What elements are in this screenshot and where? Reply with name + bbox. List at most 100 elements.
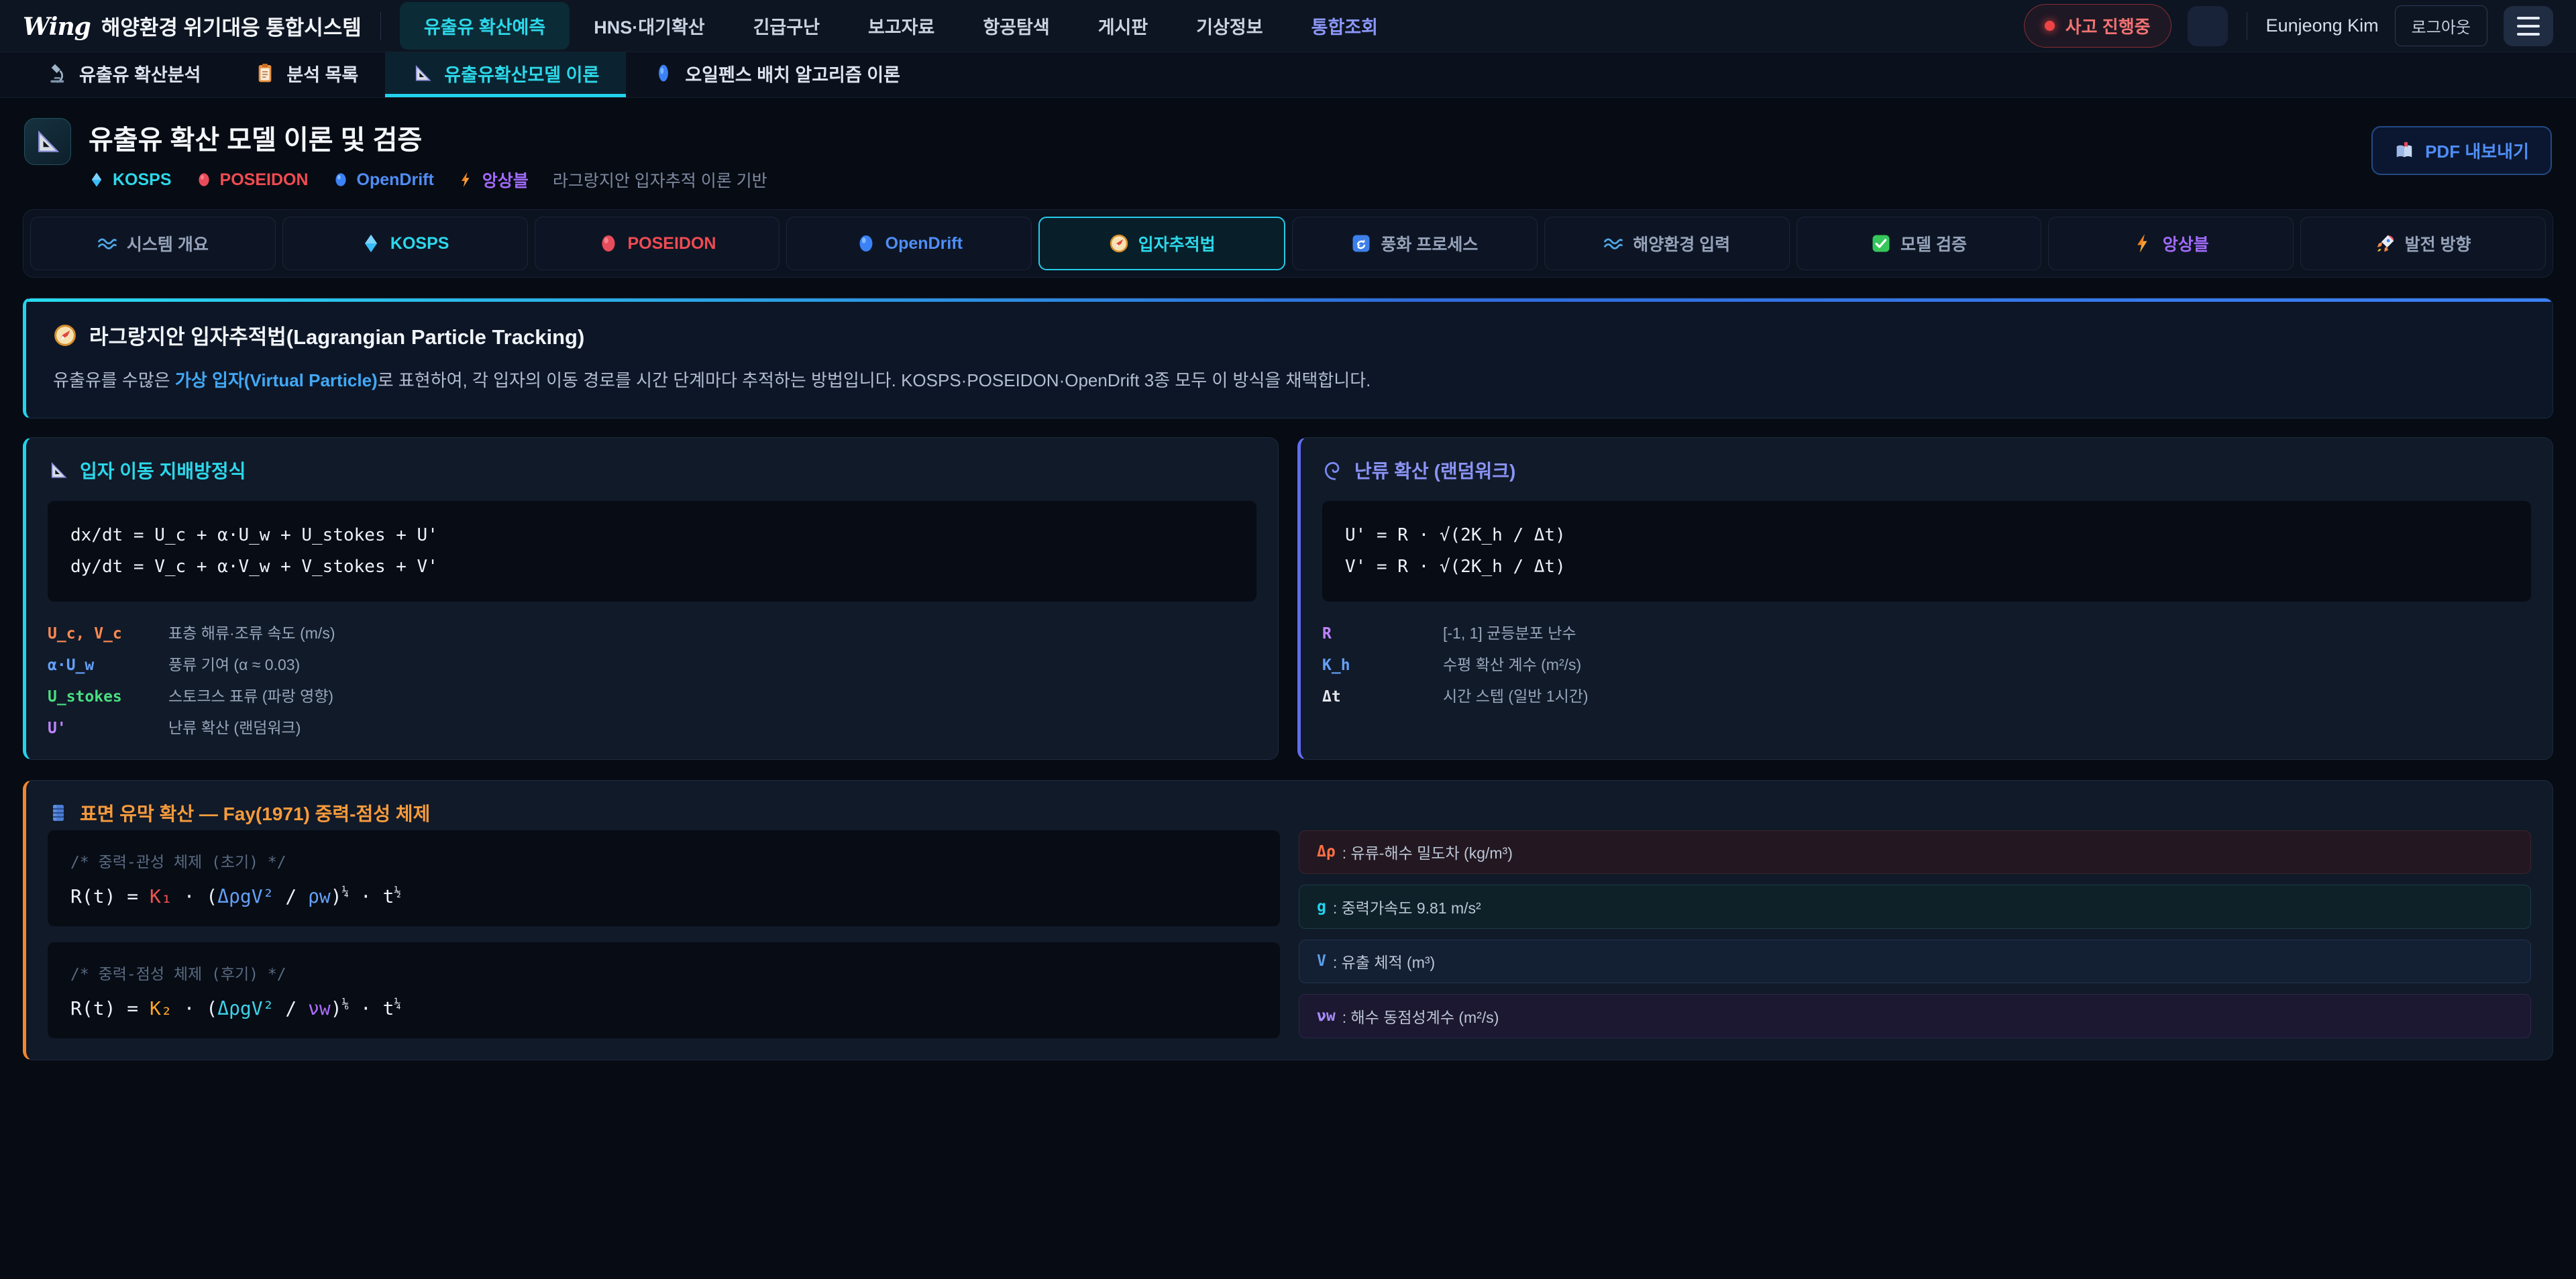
nav-item-유출유 확산예측[interactable]: 유출유 확산예측 [400, 2, 570, 50]
microscope-icon [47, 62, 68, 84]
notifications-button[interactable] [2188, 6, 2228, 46]
topbar: Wing 해양환경 위기대응 통합시스템 유출유 확산예측HNS·대기확산긴급구… [0, 0, 2576, 52]
divider [380, 12, 381, 40]
set-square-icon [48, 459, 69, 481]
variable-chip-νw: νw : 해수 동점성계수 (m²/s) [1299, 994, 2531, 1038]
check-icon [1871, 233, 1891, 254]
equation-line: V' = R · √(2K_h / Δt) [1345, 551, 2508, 583]
app-logo: Wing 해양환경 위기대응 통합시스템 [23, 11, 362, 41]
section-pill-발전 방향[interactable]: 발전 방향 [2300, 217, 2546, 270]
section-pill-해양환경 입력[interactable]: 해양환경 입력 [1544, 217, 1790, 270]
status-label: 사고 진행중 [2065, 13, 2151, 38]
equation-line: U' = R · √(2K_h / Δt) [1345, 520, 2508, 551]
model-badge-앙상블: 앙상블 [458, 168, 529, 192]
panel-title: 표면 유막 확산 — Fay(1971) 중력-점성 체제 [80, 799, 430, 826]
status-dot-icon [2045, 21, 2055, 31]
section-pill-입자추적법[interactable]: 입자추적법 [1038, 217, 1285, 270]
definition-row: α·U_w 풍류 기여 (α ≈ 0.03) [48, 652, 1256, 675]
variable-chip-Δρ: Δρ : 유류-해수 밀도차 (kg/m³) [1299, 830, 2531, 875]
definition-row: U_stokes 스토크스 표류 (파랑 영향) [48, 683, 1256, 706]
fay-spreading-panel: 표면 유막 확산 — Fay(1971) 중력-점성 체제 /* 중력-관성 체… [23, 780, 2553, 1060]
tab-유출유확산모델 이론[interactable]: 유출유확산모델 이론 [385, 52, 626, 97]
fay-formula-blocks: /* 중력-관성 체제 (초기) */ R(t) = K₁ · (ΔρgV² /… [48, 830, 1280, 1038]
motion-equations-code: dx/dt = U_c + α·U_w + U_stokes + U'dy/dt… [48, 501, 1256, 602]
definition-row: K_h 수평 확산 계수 (m²/s) [1322, 652, 2531, 675]
random-walk-definitions: R [-1, 1] 균등분포 난수 K_h 수평 확산 계수 (m²/s) Δt… [1322, 620, 2531, 706]
compass-icon [1109, 233, 1129, 254]
intro-title: 라그랑지안 입자추적법(Lagrangian Particle Tracking… [89, 320, 584, 350]
section-pill-OpenDrift[interactable]: OpenDrift [786, 217, 1032, 270]
bolt-icon [2133, 233, 2153, 254]
setsquare-icon [412, 62, 433, 84]
page-icon [24, 118, 71, 165]
app-title: 해양환경 위기대응 통합시스템 [101, 11, 362, 41]
equation-panels: 입자 이동 지배방정식 dx/dt = U_c + α·U_w + U_stok… [23, 437, 2553, 760]
particle-motion-panel: 입자 이동 지배방정식 dx/dt = U_c + α·U_w + U_stok… [23, 437, 1279, 760]
logo-mark: Wing [23, 13, 91, 41]
nav-item-항공탐색[interactable]: 항공탐색 [959, 2, 1073, 50]
user-name: Eunjeong Kim [2266, 15, 2379, 36]
ellipse-blue-icon [333, 172, 349, 188]
section-pill-KOSPS[interactable]: KOSPS [282, 217, 528, 270]
ellipse-red-icon [598, 233, 619, 254]
fay-formula-block: /* 중력-관성 체제 (초기) */ R(t) = K₁ · (ΔρgV² /… [48, 830, 1280, 926]
definition-row: R [-1, 1] 균등분포 난수 [1322, 620, 2531, 643]
tab-오일펜스 배치 알고리즘 이론[interactable]: 오일펜스 배치 알고리즘 이론 [626, 52, 927, 97]
equation-line: dx/dt = U_c + α·U_w + U_stokes + U' [70, 520, 1234, 551]
rocket-icon [2375, 233, 2396, 254]
compass-icon [53, 323, 77, 347]
fay-formula-block: /* 중력-점성 체제 (후기) */ R(t) = K₂ · (ΔρgV² /… [48, 942, 1280, 1038]
lens-icon [653, 62, 674, 84]
bolt-icon [458, 172, 474, 188]
equation-line: dy/dt = V_c + α·V_w + V_stokes + V' [70, 551, 1234, 583]
model-badges: KOSPS POSEIDON OpenDrift 앙상블라그랑지안 입자추적 이… [89, 168, 767, 192]
tab-분석 목록[interactable]: 분석 목록 [227, 52, 385, 97]
ellipse-red-icon [196, 172, 212, 188]
nav-item-HNS·대기확산[interactable]: HNS·대기확산 [570, 2, 729, 50]
random-walk-equations-code: U' = R · √(2K_h / Δt)V' = R · √(2K_h / Δ… [1322, 501, 2531, 602]
book-icon [2394, 141, 2414, 161]
logout-button[interactable]: 로그아웃 [2395, 5, 2487, 46]
pdf-export-button[interactable]: PDF 내보내기 [2371, 126, 2552, 175]
lagrangian-intro-panel: 라그랑지안 입자추적법(Lagrangian Particle Tracking… [23, 298, 2553, 419]
diamond-icon [89, 172, 105, 188]
section-pill-앙상블[interactable]: 앙상블 [2048, 217, 2294, 270]
model-badge-POSEIDON: POSEIDON [196, 170, 309, 190]
clipboard-icon [254, 62, 276, 84]
fay-variable-chips: Δρ : 유류-해수 밀도차 (kg/m³) g : 중력가속도 9.81 m/… [1299, 830, 2531, 1038]
ellipse-blue-icon [856, 233, 876, 254]
virtual-particle-highlight: 가상 입자(Virtual Particle) [175, 370, 378, 390]
section-nav: 시스템 개요 KOSPS POSEIDON OpenDrift 입자추적법 풍화… [23, 209, 2553, 278]
nav-item-보고자료[interactable]: 보고자료 [844, 2, 959, 50]
variable-chip-V: V : 유출 체적 (m³) [1299, 940, 2531, 984]
spiral-icon [1322, 459, 1344, 481]
panel-title: 입자 이동 지배방정식 [80, 457, 246, 484]
variable-chip-g: g : 중력가속도 9.81 m/s² [1299, 885, 2531, 929]
section-pill-시스템 개요[interactable]: 시스템 개요 [30, 217, 276, 270]
nav-item-기상정보[interactable]: 기상정보 [1172, 2, 1287, 50]
tabbar: 유출유 확산분석 분석 목록 유출유확산모델 이론 오일펜스 배치 알고리즘 이… [0, 52, 2576, 98]
nav-item-통합조회[interactable]: 통합조회 [1287, 2, 1402, 50]
model-badge-OpenDrift: OpenDrift [333, 170, 434, 190]
section-pill-풍화 프로세스[interactable]: 풍화 프로세스 [1292, 217, 1538, 270]
section-pill-모델 검증[interactable]: 모델 검증 [1796, 217, 2042, 270]
bell-icon [2196, 14, 2220, 38]
tab-유출유 확산분석[interactable]: 유출유 확산분석 [20, 52, 227, 97]
wave-icon [97, 233, 117, 254]
incident-status-badge[interactable]: 사고 진행중 [2024, 4, 2171, 48]
main-nav: 유출유 확산예측HNS·대기확산긴급구난보고자료항공탐색게시판기상정보통합조회 [400, 0, 1402, 52]
panel-title: 난류 확산 (랜덤워크) [1354, 457, 1515, 484]
intro-description: 유출유를 수많은 가상 입자(Virtual Particle)로 표현하여, … [53, 368, 2526, 394]
definition-row: U' 난류 확산 (랜덤워크) [48, 715, 1256, 738]
topbar-right: 사고 진행중 Eunjeong Kim 로그아웃 [2024, 4, 2553, 48]
menu-button[interactable] [2504, 6, 2553, 46]
diamond-icon [361, 233, 381, 254]
model-badge-KOSPS: KOSPS [89, 170, 172, 190]
definition-row: U_c, V_c 표층 해류·조류 속도 (m/s) [48, 620, 1256, 643]
nav-item-긴급구난[interactable]: 긴급구난 [729, 2, 844, 50]
wave-icon [1603, 233, 1623, 254]
refresh-icon [1351, 233, 1371, 254]
section-pill-POSEIDON[interactable]: POSEIDON [535, 217, 780, 270]
page-title: 유출유 확산 모델 이론 및 검증 [89, 118, 767, 157]
nav-item-게시판[interactable]: 게시판 [1074, 2, 1173, 50]
